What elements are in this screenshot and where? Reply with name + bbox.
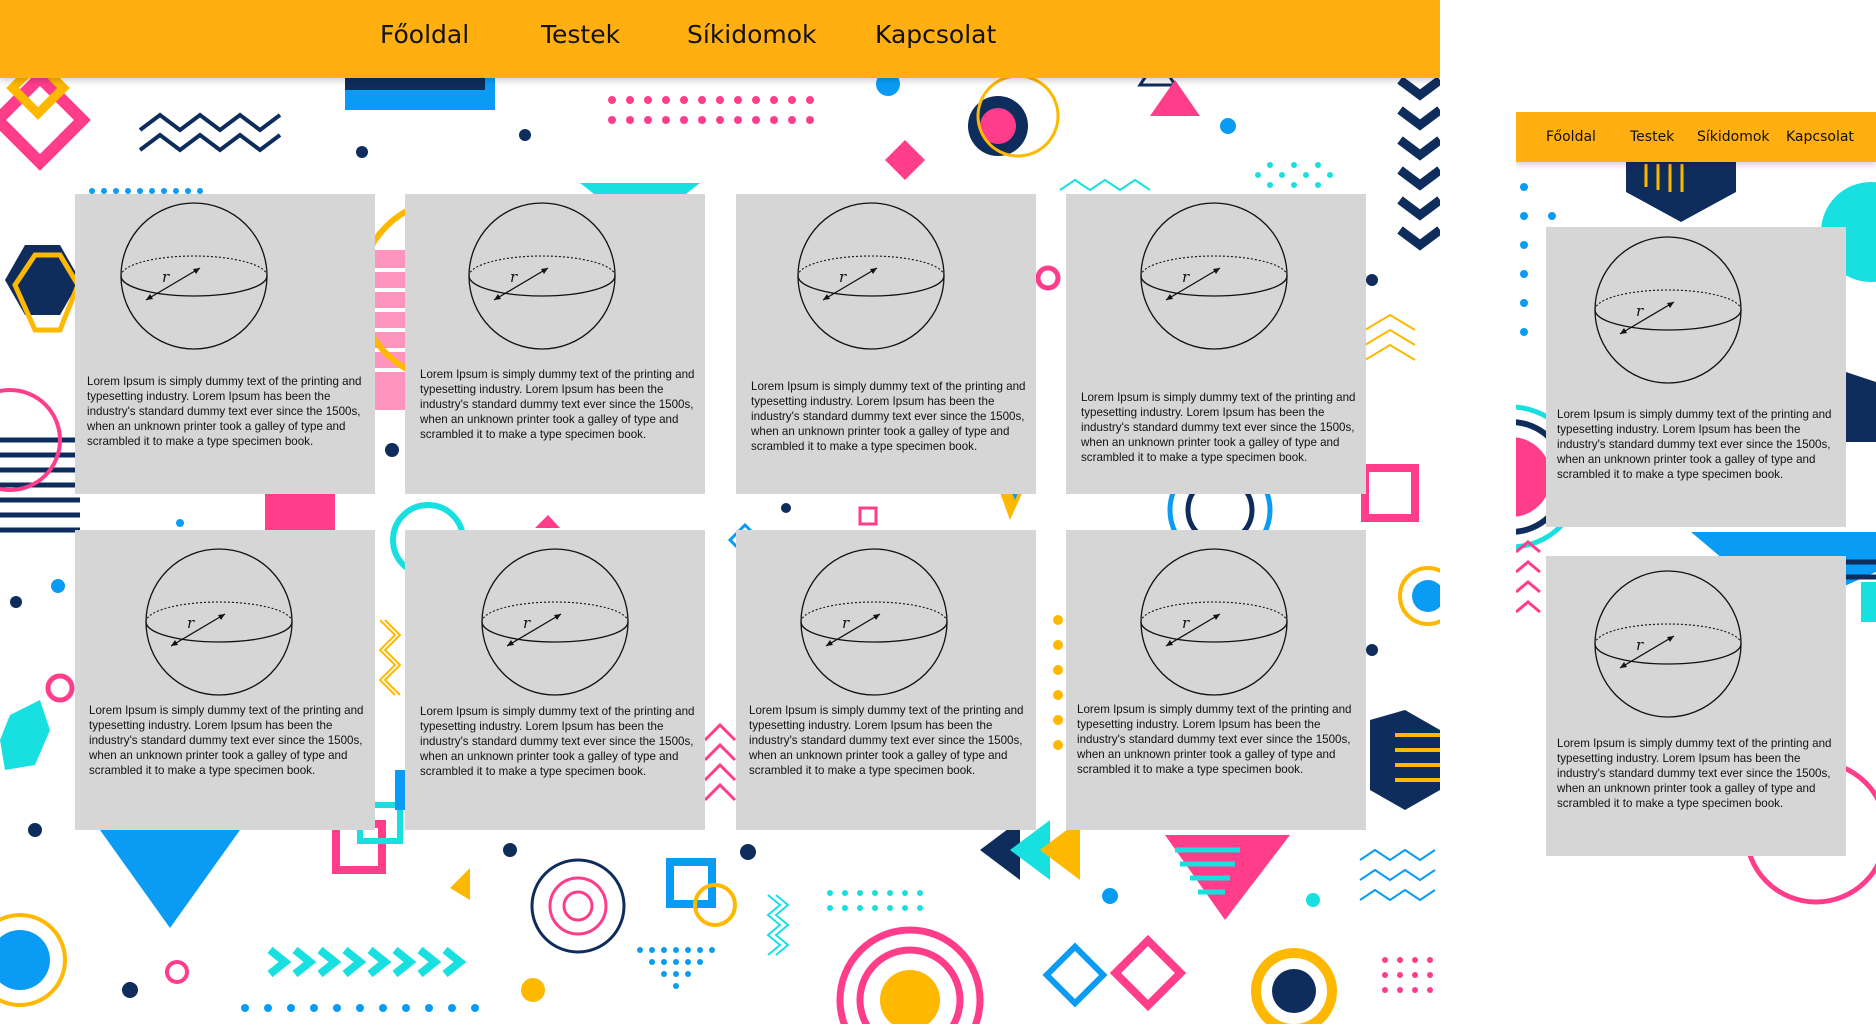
card-list-mobile: r Lorem Ipsum is simply dummy text of th…	[1516, 112, 1876, 1024]
card-text: Lorem Ipsum is simply dummy text of the …	[1081, 391, 1356, 464]
card[interactable]: r Lorem Ipsum is simply dummy text of th…	[1066, 194, 1366, 494]
card-text: Lorem Ipsum is simply dummy text of the …	[89, 704, 364, 777]
card-text: Lorem Ipsum is simply dummy text of the …	[751, 380, 1026, 453]
sphere-diagram: r	[800, 548, 948, 696]
mobile-preview: Főoldal Testek Síkidomok Kapcsolat r Lor…	[1516, 112, 1876, 1024]
nav-link-sikidomok[interactable]: Síkidomok	[1697, 129, 1770, 145]
radius-label: r	[187, 614, 195, 632]
card[interactable]: r Lorem Ipsum is simply dummy text of th…	[1546, 227, 1846, 527]
sphere-diagram: r	[1594, 236, 1742, 384]
nav-link-testek[interactable]: Testek	[541, 20, 620, 49]
card-text: Lorem Ipsum is simply dummy text of the …	[420, 368, 695, 441]
card[interactable]: r Lorem Ipsum is simply dummy text of th…	[75, 194, 375, 494]
nav-link-testek[interactable]: Testek	[1630, 129, 1674, 145]
card[interactable]: r Lorem Ipsum is simply dummy text of th…	[736, 530, 1036, 830]
card-grid: r Lorem Ipsum is simply dummy text of th…	[0, 0, 1440, 1024]
nav-link-kapcsolat[interactable]: Kapcsolat	[1786, 129, 1854, 145]
card[interactable]: r Lorem Ipsum is simply dummy text of th…	[1546, 556, 1846, 856]
sphere-diagram: r	[1140, 202, 1288, 350]
card-text: Lorem Ipsum is simply dummy text of the …	[1557, 737, 1832, 810]
card[interactable]: r Lorem Ipsum is simply dummy text of th…	[405, 194, 705, 494]
radius-label: r	[1636, 636, 1644, 654]
card[interactable]: r Lorem Ipsum is simply dummy text of th…	[1066, 530, 1366, 830]
radius-label: r	[839, 268, 847, 286]
radius-label: r	[510, 268, 518, 286]
card-text: Lorem Ipsum is simply dummy text of the …	[87, 375, 362, 448]
card-text: Lorem Ipsum is simply dummy text of the …	[1557, 408, 1832, 481]
radius-label: r	[1182, 268, 1190, 286]
top-navbar-mobile: Főoldal Testek Síkidomok Kapcsolat	[1516, 112, 1876, 162]
sphere-diagram: r	[1140, 548, 1288, 696]
sphere-diagram: r	[468, 202, 616, 350]
sphere-diagram: r	[797, 202, 945, 350]
card-text: Lorem Ipsum is simply dummy text of the …	[420, 705, 695, 778]
nav-link-sikidomok[interactable]: Síkidomok	[687, 20, 817, 49]
nav-link-kapcsolat[interactable]: Kapcsolat	[875, 20, 996, 49]
sphere-diagram: r	[1594, 570, 1742, 718]
radius-label: r	[1636, 302, 1644, 320]
radius-label: r	[523, 614, 531, 632]
nav-link-fooldal[interactable]: Főoldal	[380, 20, 469, 49]
radius-label: r	[1182, 614, 1190, 632]
card-text: Lorem Ipsum is simply dummy text of the …	[749, 704, 1024, 777]
sphere-diagram: r	[120, 202, 268, 350]
sphere-diagram: r	[145, 548, 293, 696]
sphere-diagram: r	[481, 548, 629, 696]
desktop-preview: Főoldal Testek Síkidomok Kapcsolat r Lor…	[0, 0, 1440, 1024]
card[interactable]: r Lorem Ipsum is simply dummy text of th…	[736, 194, 1036, 494]
radius-label: r	[162, 268, 170, 286]
card-text: Lorem Ipsum is simply dummy text of the …	[1077, 703, 1352, 776]
card[interactable]: r Lorem Ipsum is simply dummy text of th…	[405, 530, 705, 830]
radius-label: r	[842, 614, 850, 632]
top-navbar: Főoldal Testek Síkidomok Kapcsolat	[0, 0, 1440, 78]
nav-link-fooldal[interactable]: Főoldal	[1546, 129, 1596, 145]
card[interactable]: r Lorem Ipsum is simply dummy text of th…	[75, 530, 375, 830]
